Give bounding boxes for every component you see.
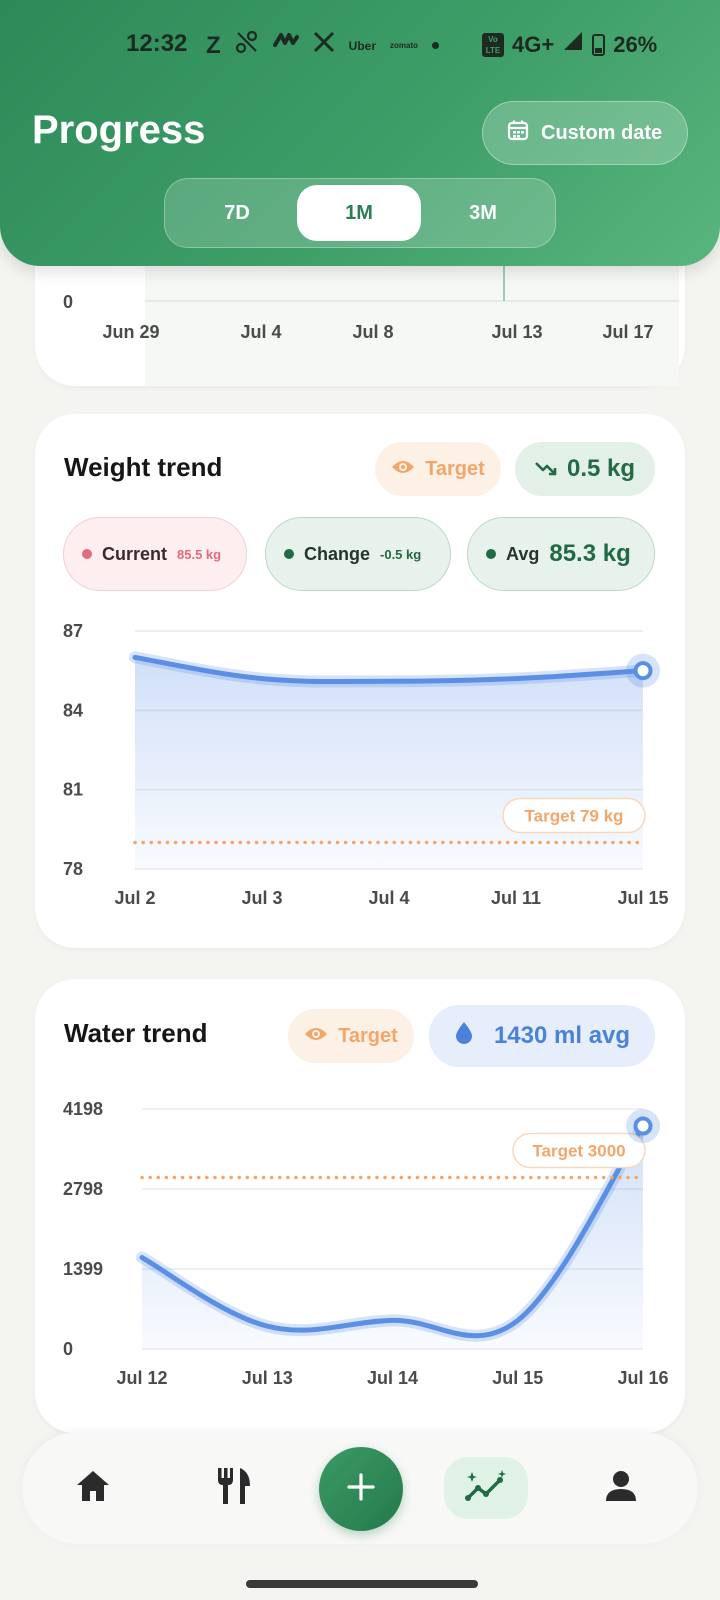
- volte-icon: Vo LTE: [482, 32, 504, 57]
- battery-icon: [592, 33, 606, 56]
- nav-progress[interactable]: [444, 1432, 528, 1544]
- y-tick-label: 4198: [63, 1099, 103, 1119]
- tab-7d[interactable]: 7D: [175, 185, 299, 241]
- data-point: [633, 1116, 653, 1136]
- x-tick-label: Jul 15: [617, 888, 668, 908]
- y-tick-label: 2798: [63, 1179, 103, 1199]
- x-tick: Jul 8: [352, 322, 393, 342]
- series-area: [135, 657, 643, 869]
- status-time: 12:32: [126, 30, 188, 57]
- network-type: 4G+: [512, 31, 555, 57]
- status-system: Vo LTE 4G+ 26%: [482, 30, 657, 59]
- bottom-nav: [22, 1432, 698, 1544]
- y-tick-label: 81: [63, 780, 83, 800]
- app-z-icon: Z: [206, 31, 221, 59]
- tab-1m[interactable]: 1M: [297, 185, 421, 241]
- weight-trend-card: Weight trend Target 0.5 kg Current 85.5 …: [35, 414, 685, 948]
- y-tick-label: 0: [63, 1339, 73, 1359]
- battery-level: 26%: [613, 31, 658, 57]
- custom-date-button[interactable]: Custom date: [482, 101, 688, 165]
- y-tick-label: 78: [63, 859, 83, 879]
- app-uber-icon: Uber: [348, 38, 377, 53]
- app-zomato-icon: zomato: [390, 41, 419, 50]
- target-label: Target 3000: [532, 1141, 625, 1160]
- x-tick-label: Jul 14: [367, 1368, 418, 1388]
- x-tick-label: Jul 15: [492, 1368, 543, 1388]
- nav-profile[interactable]: [590, 1432, 652, 1544]
- app-wave-icon: [272, 31, 299, 60]
- add-entry-button[interactable]: [319, 1447, 403, 1531]
- app-link-icon: [235, 30, 259, 61]
- nav-meals[interactable]: [202, 1432, 264, 1544]
- x-tick: Jul 13: [491, 322, 542, 342]
- data-point: [633, 661, 653, 681]
- x-tick: Jul 17: [602, 322, 653, 342]
- home-indicator: [246, 1580, 478, 1588]
- status-app-icons: Z Uber zomato: [206, 30, 440, 61]
- water-chart: 4198 2798 1399 0 Jul 12 Jul 13 Jul 14 Jul 15 Jul…: [63, 1099, 669, 1388]
- x-tick-label: Jul 12: [116, 1368, 167, 1388]
- profile-icon: [604, 1469, 638, 1508]
- weight-chart: 87 84 81 78 Jul 2 Jul 3 Jul 4 Jul 11 Jul 15 Targe…: [63, 621, 669, 908]
- x-tick-label: Jul 4: [368, 888, 409, 908]
- x-tick-label: Jul 11: [491, 888, 541, 908]
- x-tick-label: Jul 16: [617, 1368, 668, 1388]
- x-tick-label: Jul 13: [242, 1368, 293, 1388]
- range-selector: 7D 1M 3M: [164, 178, 556, 248]
- y-tick-label: 84: [63, 700, 83, 720]
- more-notifications-dot: [432, 42, 440, 49]
- x-tick-label: Jul 3: [241, 888, 282, 908]
- plus-icon: [346, 1472, 376, 1507]
- custom-date-label: Custom date: [541, 121, 663, 144]
- fork-knife-icon: [214, 1466, 252, 1511]
- tab-3m[interactable]: 3M: [421, 185, 545, 241]
- header: 12:32 Z Uber zomato Vo LTE 4G+ 26% Progr…: [0, 0, 720, 266]
- status-bar: 12:32 Z Uber zomato Vo LTE 4G+ 26%: [0, 28, 720, 64]
- app-x-icon: [313, 31, 335, 60]
- y-tick: 0: [63, 292, 73, 312]
- y-tick-label: 1399: [63, 1259, 103, 1279]
- y-tick-label: 87: [63, 621, 83, 641]
- home-icon: [75, 1469, 111, 1508]
- page-title: Progress: [32, 108, 206, 152]
- x-tick: Jul 4: [240, 322, 281, 342]
- nav-home[interactable]: [62, 1432, 124, 1544]
- calendar-icon: [507, 119, 529, 147]
- signal-icon: [562, 30, 584, 59]
- x-tick-label: Jul 2: [114, 888, 155, 908]
- target-label: Target 79 kg: [525, 807, 624, 826]
- trend-icon: [464, 1468, 508, 1509]
- water-trend-card: Water trend Target 1430 ml avg 4198 2798 1…: [35, 979, 685, 1433]
- x-tick: Jun 29: [102, 322, 159, 342]
